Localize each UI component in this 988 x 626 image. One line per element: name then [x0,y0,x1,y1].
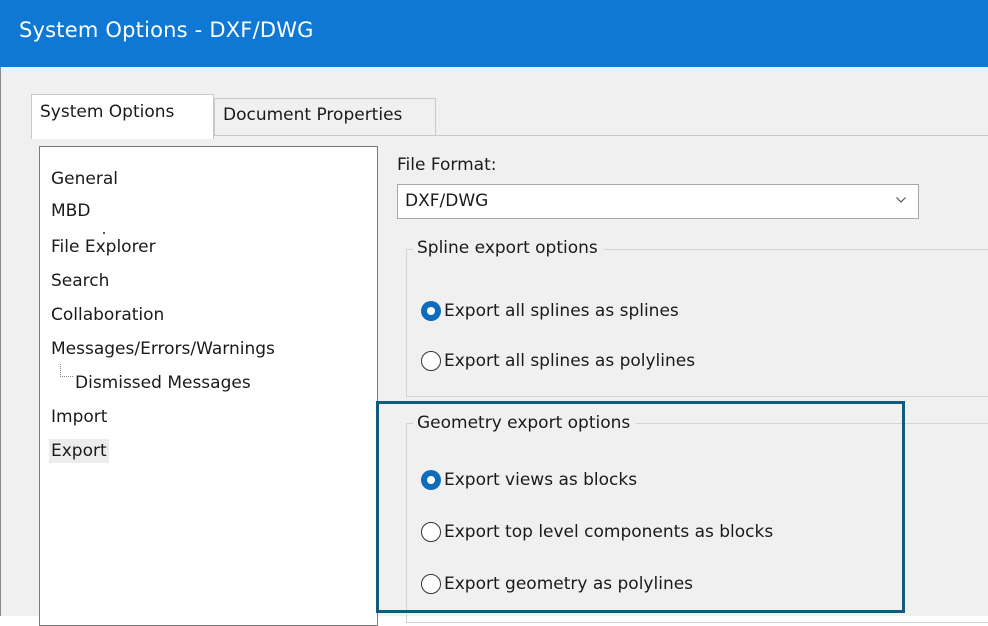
tree-item-general[interactable]: General [49,167,120,191]
radio-top-level-components-as-blocks[interactable]: Export top level components as blocks [421,517,773,547]
tree-item-file-explorer[interactable]: File Explorer [49,235,158,259]
tree-item-collaboration[interactable]: Collaboration [49,303,166,327]
chevron-down-icon [896,197,906,203]
tree-item-dismissed-messages[interactable]: Dismissed Messages [73,371,253,395]
radio-unchecked-icon [421,574,441,594]
window-title: System Options - DXF/DWG [19,18,314,42]
radio-geometry-as-polylines[interactable]: Export geometry as polylines [421,569,693,599]
tree-item-export[interactable]: Export [49,439,109,463]
radio-unchecked-icon [421,522,441,542]
radio-splines-as-splines[interactable]: Export all splines as splines [421,296,679,326]
radio-label: Export geometry as polylines [444,574,694,594]
options-dialog: System Options Document Properties Gener… [0,67,988,626]
radio-checked-icon [421,470,441,490]
tree-marker [103,232,105,234]
radio-label: Export all splines as polylines [444,351,696,371]
tree-item-search[interactable]: Search [49,269,111,293]
tree-item-mbd[interactable]: MBD [49,199,92,223]
radio-label: Export top level components as blocks [444,522,774,542]
radio-unchecked-icon [421,351,441,371]
radio-checked-icon [421,301,441,321]
tab-document-properties[interactable]: Document Properties [214,98,436,135]
radio-views-as-blocks[interactable]: Export views as blocks [421,465,637,495]
title-bar: System Options - DXF/DWG [0,0,988,67]
file-format-value: DXF/DWG [405,191,489,211]
tree-item-messages[interactable]: Messages/Errors/Warnings [49,337,277,361]
radio-splines-as-polylines[interactable]: Export all splines as polylines [421,346,695,376]
radio-label: Export views as blocks [444,470,638,490]
options-tree[interactable]: General MBD File Explorer Search Collabo… [39,146,378,626]
file-format-label: File Format: [397,155,497,175]
tree-connector-line [60,364,73,377]
tab-system-options[interactable]: System Options [31,94,214,139]
spline-group-title: Spline export options [413,238,604,258]
tree-item-import[interactable]: Import [49,405,109,429]
file-format-select[interactable]: DXF/DWG [397,184,919,219]
geometry-group-title: Geometry export options [413,413,637,433]
radio-label: Export all splines as splines [444,301,679,321]
